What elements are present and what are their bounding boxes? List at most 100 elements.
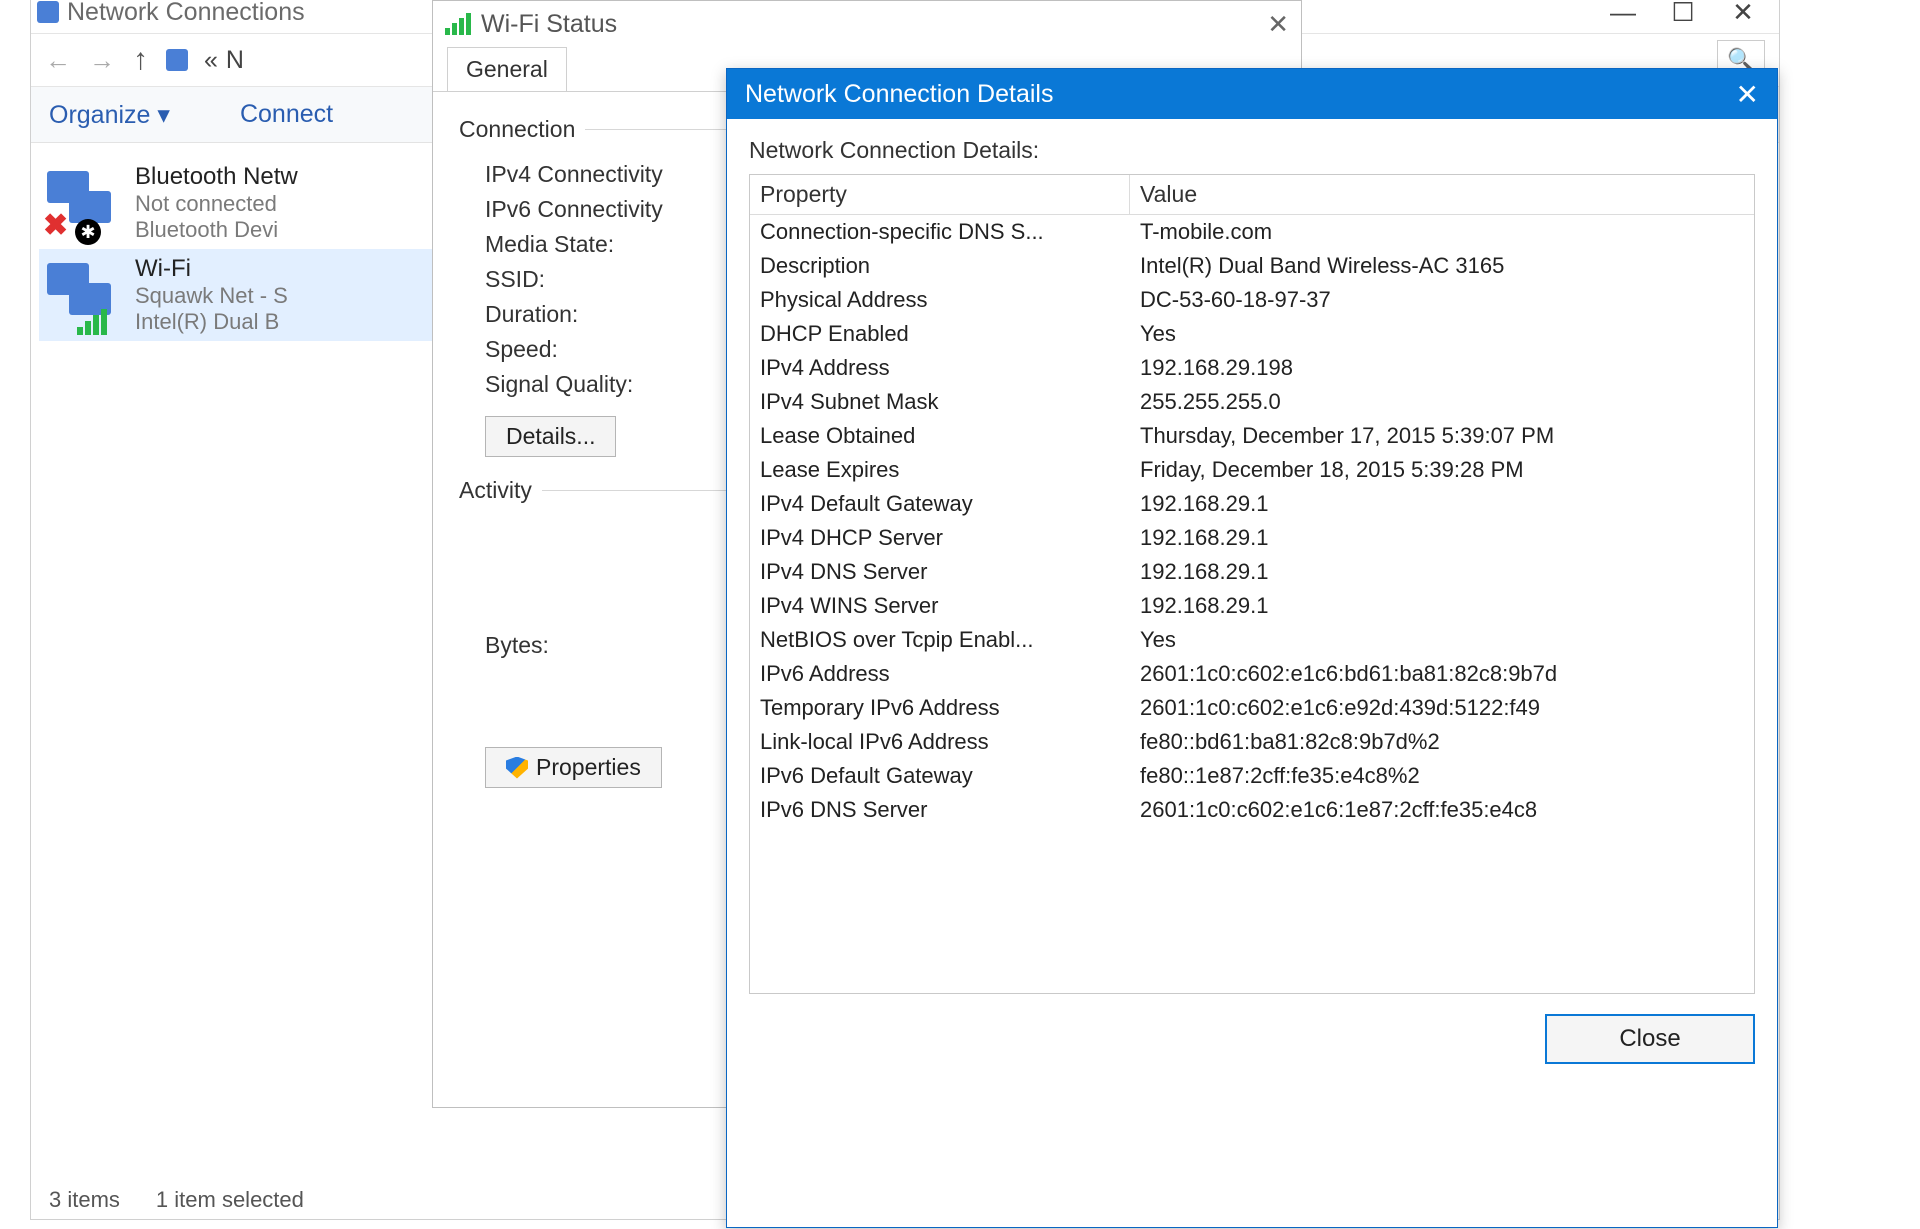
cd-title: Network Connection Details [745, 80, 1053, 109]
table-row[interactable]: Temporary IPv6 Address2601:1c0:c602:e1c6… [750, 691, 1754, 725]
list-item-wifi[interactable]: Wi-Fi Squawk Net - S Intel(R) Dual B [39, 249, 449, 341]
connection-group-label: Connection [457, 116, 585, 143]
cell-property: IPv4 WINS Server [750, 589, 1130, 623]
item-status: Not connected [135, 191, 298, 217]
table-row[interactable]: Physical AddressDC-53-60-18-97-37 [750, 283, 1754, 317]
cell-value: 192.168.29.1 [1130, 487, 1754, 521]
cell-value: 2601:1c0:c602:e1c6:1e87:2cff:fe35:e4c8 [1130, 793, 1754, 827]
table-row[interactable]: IPv4 DNS Server192.168.29.1 [750, 555, 1754, 589]
ws-title: Wi-Fi Status [481, 10, 617, 39]
status-bar: 3 items 1 item selected [49, 1187, 304, 1213]
signal-bars-icon [445, 13, 471, 35]
back-button[interactable]: ← [45, 45, 71, 76]
item-adapter: Intel(R) Dual B [135, 309, 288, 335]
breadcrumb-text: N [226, 46, 244, 75]
cell-property: IPv6 Default Gateway [750, 759, 1130, 793]
details-button[interactable]: Details... [485, 416, 616, 457]
table-row[interactable]: IPv4 Subnet Mask255.255.255.0 [750, 385, 1754, 419]
cell-property: IPv4 DNS Server [750, 555, 1130, 589]
cd-close-x[interactable]: ✕ [1736, 78, 1759, 111]
cell-property: IPv4 Subnet Mask [750, 385, 1130, 419]
cell-value: T-mobile.com [1130, 215, 1754, 249]
cell-value: 2601:1c0:c602:e1c6:bd61:ba81:82c8:9b7d [1130, 657, 1754, 691]
connect-menu[interactable]: Connect [240, 100, 333, 129]
disconnected-icon: ✖ [43, 208, 68, 243]
cd-titlebar: Network Connection Details ✕ [727, 69, 1777, 119]
cell-value: Intel(R) Dual Band Wireless-AC 3165 [1130, 249, 1754, 283]
cell-property: Temporary IPv6 Address [750, 691, 1130, 725]
address-bar[interactable]: « N [166, 46, 244, 75]
table-row[interactable]: IPv4 WINS Server192.168.29.1 [750, 589, 1754, 623]
network-icon: ✖ ✱ [47, 167, 119, 239]
close-button[interactable]: ✕ [1713, 0, 1773, 33]
table-row[interactable]: IPv4 DHCP Server192.168.29.1 [750, 521, 1754, 555]
close-button[interactable]: Close [1545, 1014, 1755, 1064]
table-row[interactable]: DescriptionIntel(R) Dual Band Wireless-A… [750, 249, 1754, 283]
cell-value: 192.168.29.198 [1130, 351, 1754, 385]
table-row[interactable]: IPv6 DNS Server2601:1c0:c602:e1c6:1e87:2… [750, 793, 1754, 827]
table-row[interactable]: DHCP EnabledYes [750, 317, 1754, 351]
minimize-button[interactable]: ― [1593, 0, 1653, 33]
list-item-bluetooth[interactable]: ✖ ✱ Bluetooth Netw Not connected Bluetoo… [39, 157, 449, 249]
nc-title: Network Connections [67, 0, 305, 27]
table-row[interactable]: IPv6 Default Gatewayfe80::1e87:2cff:fe35… [750, 759, 1754, 793]
cell-property: NetBIOS over Tcpip Enabl... [750, 623, 1130, 657]
cell-property: IPv4 DHCP Server [750, 521, 1130, 555]
table-row[interactable]: IPv6 Address2601:1c0:c602:e1c6:bd61:ba81… [750, 657, 1754, 691]
table-row[interactable]: IPv4 Address192.168.29.198 [750, 351, 1754, 385]
cell-value: 192.168.29.1 [1130, 555, 1754, 589]
cell-value: Friday, December 18, 2015 5:39:28 PM [1130, 453, 1754, 487]
item-status: Squawk Net - S [135, 283, 288, 309]
ws-close-button[interactable]: ✕ [1267, 9, 1289, 40]
nc-window-icon [37, 1, 59, 23]
cell-value: Thursday, December 17, 2015 5:39:07 PM [1130, 419, 1754, 453]
maximize-button[interactable]: ☐ [1653, 0, 1713, 33]
cell-value: 192.168.29.1 [1130, 521, 1754, 555]
signal-bars-icon [77, 309, 107, 335]
table-row[interactable]: Link-local IPv6 Addressfe80::bd61:ba81:8… [750, 725, 1754, 759]
details-table: Property Value Connection-specific DNS S… [749, 174, 1755, 994]
shield-icon [506, 757, 528, 779]
address-icon [166, 49, 188, 71]
header-property[interactable]: Property [750, 175, 1130, 214]
cell-value: fe80::1e87:2cff:fe35:e4c8%2 [1130, 759, 1754, 793]
cell-property: IPv4 Default Gateway [750, 487, 1130, 521]
table-row[interactable]: Lease ObtainedThursday, December 17, 201… [750, 419, 1754, 453]
breadcrumb-prefix: « [204, 46, 218, 75]
connection-details-window: Network Connection Details ✕ Network Con… [726, 68, 1778, 1228]
ws-titlebar: Wi-Fi Status ✕ [433, 1, 1301, 47]
table-row[interactable]: Connection-specific DNS S...T-mobile.com [750, 215, 1754, 249]
activity-group-label: Activity [457, 477, 542, 504]
cell-value: DC-53-60-18-97-37 [1130, 283, 1754, 317]
organize-menu[interactable]: Organize ▾ [49, 100, 170, 130]
tab-general[interactable]: General [447, 47, 567, 91]
bluetooth-icon: ✱ [75, 219, 101, 245]
table-row[interactable]: NetBIOS over Tcpip Enabl...Yes [750, 623, 1754, 657]
cell-property: Link-local IPv6 Address [750, 725, 1130, 759]
header-value[interactable]: Value [1130, 175, 1754, 214]
up-button[interactable]: ↑ [133, 43, 148, 77]
cell-value: fe80::bd61:ba81:82c8:9b7d%2 [1130, 725, 1754, 759]
forward-button[interactable]: → [89, 45, 115, 76]
table-header: Property Value [750, 175, 1754, 215]
cell-value: 255.255.255.0 [1130, 385, 1754, 419]
status-count: 3 items [49, 1187, 120, 1213]
cell-property: Lease Obtained [750, 419, 1130, 453]
item-adapter: Bluetooth Devi [135, 217, 298, 243]
status-selected: 1 item selected [156, 1187, 304, 1213]
cell-property: IPv6 DNS Server [750, 793, 1130, 827]
properties-label: Properties [536, 754, 641, 781]
table-row[interactable]: Lease ExpiresFriday, December 18, 2015 5… [750, 453, 1754, 487]
cell-property: IPv6 Address [750, 657, 1130, 691]
cell-value: 2601:1c0:c602:e1c6:e92d:439d:5122:f49 [1130, 691, 1754, 725]
cell-property: DHCP Enabled [750, 317, 1130, 351]
cd-caption: Network Connection Details: [749, 137, 1755, 164]
table-row[interactable]: IPv4 Default Gateway192.168.29.1 [750, 487, 1754, 521]
cell-property: Description [750, 249, 1130, 283]
cell-property: Connection-specific DNS S... [750, 215, 1130, 249]
properties-button[interactable]: Properties [485, 747, 662, 788]
cell-value: Yes [1130, 623, 1754, 657]
item-name: Wi-Fi [135, 255, 288, 283]
item-name: Bluetooth Netw [135, 163, 298, 191]
cell-value: Yes [1130, 317, 1754, 351]
